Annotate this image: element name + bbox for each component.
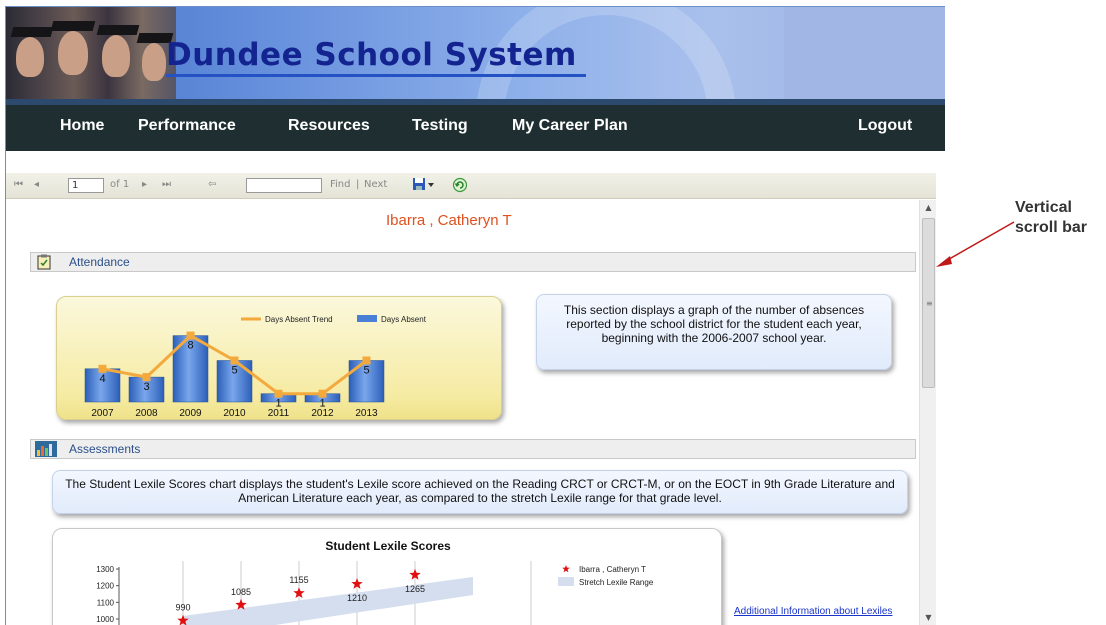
- annotation-line-1: Vertical: [1015, 199, 1072, 216]
- grip-icon: ≡: [926, 299, 933, 308]
- clipboard-icon: [35, 254, 53, 270]
- find-separator: |: [356, 179, 360, 190]
- attendance-trend-marker: [318, 389, 327, 398]
- attendance-bar-label: 4: [99, 373, 105, 385]
- site-banner: Dundee School System: [6, 7, 945, 99]
- assessments-info-box: The Student Lexile Scores chart displays…: [52, 470, 908, 514]
- nav-resources[interactable]: Resources: [288, 117, 370, 135]
- bar-chart-icon: [35, 441, 57, 457]
- lexile-score-label: 1155: [289, 575, 308, 585]
- report-toolbar: ⏮ ◂ 1 of 1 ▸ ⏭ ⇦ Find | Next: [6, 173, 936, 199]
- lexile-y-tick-label: 1100: [97, 598, 115, 607]
- attendance-year-label: 2010: [223, 408, 246, 419]
- lexile-stretch-range: [183, 577, 473, 625]
- page-count: of 1: [110, 179, 130, 190]
- attendance-bar-label: 5: [231, 365, 237, 377]
- nav-logout[interactable]: Logout: [858, 117, 912, 135]
- attendance-trend-marker: [186, 331, 195, 340]
- assessments-section-label: Assessments: [69, 442, 141, 456]
- next-page-icon[interactable]: ▸: [142, 179, 147, 190]
- additional-lexile-info-link[interactable]: Additional Information about Lexiles: [734, 606, 892, 617]
- legend-student-label: Ibarra , Catheryn T: [579, 565, 646, 574]
- find-input[interactable]: [246, 178, 322, 193]
- lexile-score-label: 1210: [347, 593, 367, 603]
- attendance-bar-label: 8: [187, 340, 193, 352]
- attendance-bar-label: 5: [363, 365, 369, 377]
- legend-student-marker: [562, 565, 570, 573]
- lexile-y-tick-label: 1200: [96, 582, 114, 591]
- attendance-year-label: 2009: [179, 408, 202, 419]
- attendance-trend-marker: [142, 373, 151, 382]
- scrollbar-annotation: Vertical scroll bar: [1015, 198, 1087, 238]
- legend-range-label: Stretch Lexile Range: [579, 578, 654, 587]
- nav-my-career-plan[interactable]: My Career Plan: [512, 117, 628, 135]
- attendance-chart-svg: Days Absent Trend Days Absent 4 2007 3 2008 8 2…: [84, 315, 427, 419]
- graduates-photo: [6, 7, 176, 99]
- nav-home[interactable]: Home: [60, 117, 104, 135]
- assessments-section-bar: Assessments: [30, 439, 916, 459]
- attendance-section-bar: Attendance: [30, 252, 916, 272]
- previous-page-icon[interactable]: ◂: [34, 179, 39, 190]
- scroll-down-arrow-icon[interactable]: ▼: [920, 610, 937, 625]
- find-next-link[interactable]: Next: [364, 179, 387, 190]
- student-name: Ibarra , Catheryn T: [386, 212, 512, 229]
- legend-bar-swatch: [357, 315, 377, 322]
- lexile-score-label: 1085: [231, 587, 251, 597]
- lexile-score-label: 1265: [405, 584, 425, 594]
- attendance-year-label: 2012: [311, 408, 334, 419]
- attendance-section-label: Attendance: [69, 255, 130, 269]
- lexile-chart-title: Student Lexile Scores: [325, 539, 451, 553]
- legend-bar-label: Days Absent: [381, 315, 427, 324]
- annotation-line-2: scroll bar: [1015, 219, 1088, 236]
- lexile-chart: Student Lexile Scores 130012001100100090…: [52, 528, 722, 625]
- first-page-icon[interactable]: ⏮: [14, 179, 23, 190]
- main-nav: Home Performance Resources Testing My Ca…: [6, 99, 945, 151]
- lexile-score-label: 990: [175, 603, 190, 613]
- attendance-bar-label: 3: [143, 381, 149, 393]
- site-title: Dundee School System: [166, 37, 577, 73]
- find-link[interactable]: Find: [330, 179, 351, 190]
- back-icon[interactable]: ⇦: [208, 179, 216, 190]
- page-number-input[interactable]: 1: [68, 178, 104, 193]
- legend-trend-label: Days Absent Trend: [265, 315, 333, 324]
- lexile-y-tick-label: 1300: [96, 565, 114, 574]
- attendance-trend-marker: [274, 389, 283, 398]
- nav-performance[interactable]: Performance: [138, 117, 236, 135]
- export-save-icon[interactable]: [412, 176, 436, 195]
- attendance-year-label: 2008: [135, 408, 158, 419]
- lexile-y-tick-label: 1000: [96, 615, 114, 624]
- legend-range-swatch: [558, 577, 574, 586]
- attendance-year-label: 2007: [91, 408, 114, 419]
- nav-testing[interactable]: Testing: [412, 117, 468, 135]
- attendance-trend-marker: [98, 364, 107, 373]
- attendance-trend-marker: [230, 356, 239, 365]
- browser-content-frame: Dundee School System Home Performance Re…: [5, 6, 945, 625]
- refresh-icon[interactable]: [452, 177, 468, 196]
- attendance-year-label: 2013: [355, 408, 378, 419]
- attendance-trend-marker: [362, 356, 371, 365]
- attendance-year-label: 2011: [268, 408, 290, 419]
- last-page-icon[interactable]: ⏭: [162, 179, 171, 190]
- attendance-chart: Days Absent Trend Days Absent 4 2007 3 2008 8 2…: [56, 296, 502, 420]
- report-content: Ibarra , Catheryn T Attendance Days Abse…: [6, 200, 918, 625]
- attendance-info-box: This section displays a graph of the num…: [536, 294, 892, 370]
